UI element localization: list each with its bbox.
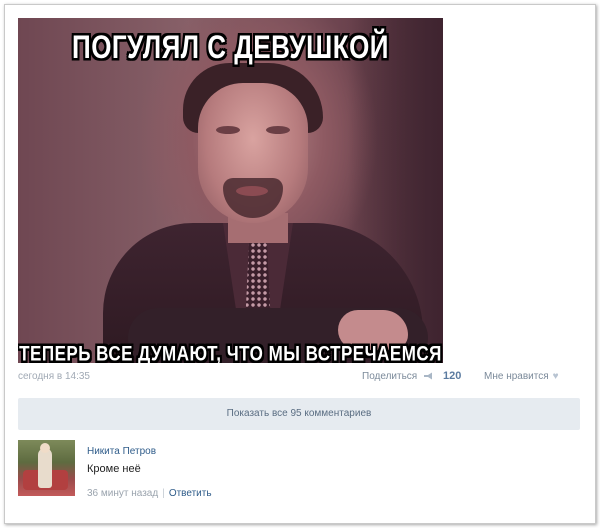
like-button[interactable]: Мне нравится ♥ bbox=[484, 371, 559, 382]
post-meta: сегодня в 14:35 Поделиться 120 Мне нрави… bbox=[18, 370, 578, 387]
megaphone-icon bbox=[424, 372, 433, 380]
comment-time[interactable]: 36 минут назад bbox=[87, 488, 158, 499]
show-all-comments-button[interactable]: Показать все 95 комментариев bbox=[18, 398, 580, 430]
comment-separator: | bbox=[162, 488, 165, 499]
like-label: Мне нравится bbox=[484, 371, 549, 382]
post-date[interactable]: сегодня в 14:35 bbox=[18, 371, 90, 382]
meme-image[interactable]: ПОГУЛЯЛ С ДЕВУШКОЙ ТЕПЕРЬ ВСЕ ДУМАЮТ, ЧТ… bbox=[18, 18, 443, 363]
share-button[interactable]: Поделиться bbox=[362, 371, 434, 382]
reply-button[interactable]: Ответить bbox=[169, 488, 212, 499]
avatar-figure bbox=[38, 448, 52, 488]
meme-caption-top: ПОГУЛЯЛ С ДЕВУШКОЙ bbox=[72, 28, 389, 66]
comment-text: Кроме неё bbox=[87, 463, 141, 475]
heart-icon: ♥ bbox=[552, 371, 559, 382]
avatar[interactable] bbox=[18, 440, 75, 496]
comment-footer: 36 минут назад | Ответить bbox=[87, 488, 212, 499]
share-count: 120 bbox=[443, 370, 462, 382]
share-label: Поделиться bbox=[362, 371, 418, 382]
comment-item: Никита Петров Кроме неё 36 минут назад | О… bbox=[18, 440, 578, 500]
meme-figure-mouth bbox=[236, 186, 268, 196]
avatar-head bbox=[40, 443, 50, 453]
meme-caption-bottom: ТЕПЕРЬ ВСЕ ДУМАЮТ, ЧТО МЫ ВСТРЕЧАЕМСЯ bbox=[19, 341, 442, 364]
comment-author-link[interactable]: Никита Петров bbox=[87, 446, 156, 457]
meme-figure-eye-left bbox=[216, 126, 240, 134]
meme-figure-eye-right bbox=[266, 126, 290, 134]
